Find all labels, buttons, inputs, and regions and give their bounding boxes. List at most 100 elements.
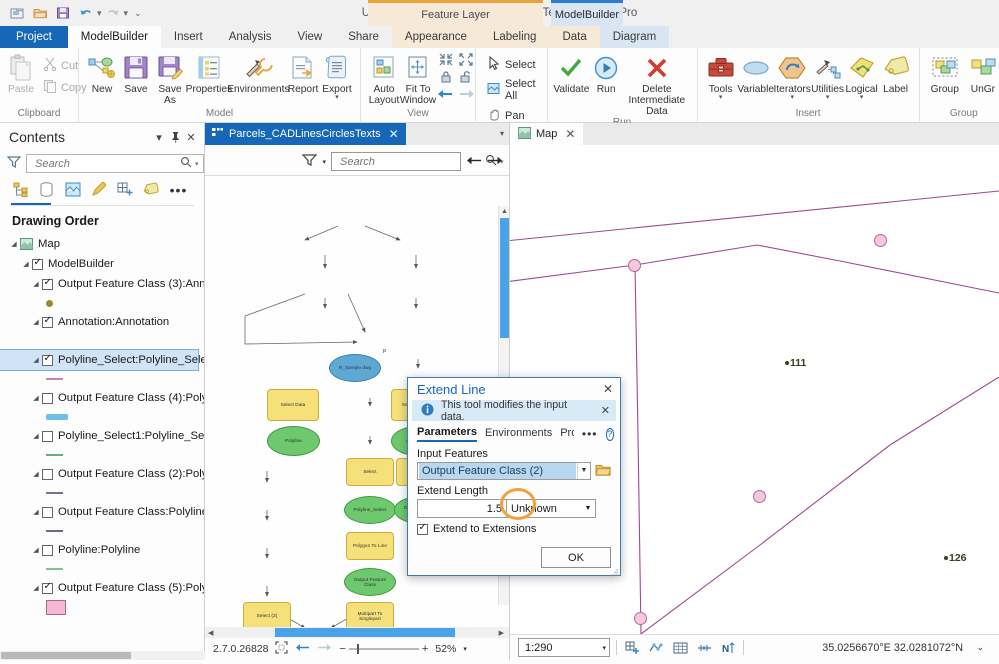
toc-item-output-feature-class[interactable]: ◢ Output Feature Class:Polyline_Select (0, 502, 204, 522)
scale-caret-icon[interactable]: ▾ (602, 644, 606, 652)
expander-icon[interactable]: ◢ (20, 260, 32, 268)
selection-tool-icon[interactable] (647, 639, 665, 656)
zoom-out-icon[interactable]: − (339, 643, 345, 655)
save-project-icon[interactable] (53, 3, 73, 23)
forward-arrow-icon[interactable] (459, 88, 475, 103)
chevron-down-icon[interactable]: ▼ (581, 505, 595, 512)
model-node-select-data[interactable]: Select Data (267, 389, 319, 421)
export-caret-icon[interactable]: ▾ (335, 95, 339, 101)
visibility-checkbox[interactable] (42, 583, 53, 594)
properties-button[interactable]: Properties (187, 51, 231, 95)
model-search-box[interactable]: ▾ (331, 152, 461, 171)
visibility-checkbox[interactable] (42, 317, 53, 328)
contextual-tab-feature-layer[interactable]: Feature Layer (368, 0, 543, 26)
expander-icon[interactable]: ◢ (30, 318, 42, 326)
contents-search-box[interactable]: ▾ (26, 154, 204, 173)
scroll-up-icon[interactable]: ▲ (501, 208, 508, 215)
collapse-icon[interactable] (439, 53, 453, 69)
north-arrow-icon[interactable]: N (719, 639, 737, 656)
tab-analysis[interactable]: Analysis (216, 26, 285, 48)
undo-caret-icon[interactable]: ▾ (97, 8, 102, 19)
toc-item-modelbuilder[interactable]: ◢ ModelBuilder (0, 254, 204, 274)
save-as-button[interactable]: Save As (153, 51, 187, 106)
map-scale-box[interactable]: 1:290 ▾ (518, 638, 610, 657)
visibility-checkbox[interactable] (42, 469, 53, 480)
scroll-left-icon[interactable]: ◀ (205, 629, 216, 637)
select-all-button[interactable]: Select All (482, 76, 541, 104)
toc-item-annotation[interactable]: ◢ Annotation:Annotation (0, 312, 204, 332)
iterators-caret-icon[interactable]: ▾ (790, 95, 794, 101)
delete-intermediate-data-button[interactable]: Delete Intermediate Data (623, 51, 690, 117)
filter-icon[interactable] (7, 155, 21, 172)
fit-to-window-button[interactable]: Fit To Window (401, 51, 435, 106)
model-node-polyline[interactable]: Polyline (267, 426, 320, 456)
panel-menu-icon[interactable]: ▾ (151, 129, 167, 145)
tab-view[interactable]: View (285, 26, 336, 48)
customize-qat-icon[interactable]: ⌄ (134, 8, 142, 19)
help-icon[interactable]: ? (606, 428, 614, 441)
tab-properties[interactable]: Prop (560, 427, 574, 441)
extend-length-input[interactable]: 1.5 (417, 499, 507, 518)
model-node-input[interactable]: R_Sample.dwg (329, 354, 381, 382)
tab-modelbuilder[interactable]: ModelBuilder (68, 26, 161, 48)
measure-icon[interactable] (695, 639, 713, 656)
pin-icon[interactable] (167, 129, 183, 145)
search-caret-icon[interactable]: ▾ (195, 160, 199, 168)
filter-caret-icon[interactable]: ▾ (322, 158, 326, 166)
resize-grip-icon[interactable] (611, 567, 618, 574)
contextual-tab-modelbuilder[interactable]: ModelBuilder (551, 0, 623, 26)
list-by-editing-icon[interactable] (90, 181, 107, 198)
forward-arrow-icon[interactable] (317, 642, 332, 656)
more-options-icon[interactable]: ••• (170, 181, 187, 198)
map-vertex[interactable] (874, 234, 887, 247)
tab-insert[interactable]: Insert (161, 26, 216, 48)
expander-icon[interactable]: ◢ (30, 470, 42, 478)
variable-button[interactable]: Variable (738, 51, 774, 95)
tab-map[interactable]: Map ✕ (510, 123, 583, 145)
list-by-drawing-order-icon[interactable] (12, 181, 29, 198)
toc-item-polyline-select1[interactable]: ◢ Polyline_Select1:Polyline_Select1 (0, 426, 204, 446)
extend-to-extensions-row[interactable]: Extend to Extensions (417, 523, 611, 535)
tab-data[interactable]: Data (549, 26, 599, 48)
new-project-icon[interactable] (7, 3, 27, 23)
zoom-knob[interactable] (357, 644, 359, 654)
environments-button[interactable]: Environments (231, 51, 286, 95)
model-search-input[interactable] (338, 155, 485, 169)
close-icon[interactable]: ✕ (600, 381, 616, 397)
tab-overflow-caret-icon[interactable]: ▾ (500, 129, 504, 138)
expander-icon[interactable]: ◢ (30, 584, 42, 592)
unlock-icon[interactable] (459, 70, 473, 86)
redo-icon[interactable] (103, 3, 123, 23)
model-node-polygon-to-line[interactable]: Polygon To Line (346, 532, 394, 560)
tab-project[interactable]: Project (0, 26, 68, 48)
utilities-button[interactable]: Utilities ▾ (811, 51, 845, 101)
back-arrow-icon[interactable] (295, 642, 310, 656)
logical-button[interactable]: Logical ▾ (845, 51, 879, 101)
list-by-snapping-icon[interactable] (116, 181, 133, 198)
scrollbar-thumb[interactable] (1, 652, 131, 659)
zoom-caret-icon[interactable]: ▾ (463, 645, 467, 653)
toc-item-output-feature-class-2[interactable]: ◢ Output Feature Class (2):Polyline_Sel (0, 464, 204, 484)
zoom-in-icon[interactable]: + (422, 643, 428, 655)
zoom-track[interactable] (349, 648, 419, 650)
list-by-selection-icon[interactable] (64, 181, 81, 198)
visibility-checkbox[interactable] (42, 393, 53, 404)
back-arrow-icon[interactable] (437, 88, 453, 103)
visibility-checkbox[interactable] (42, 431, 53, 442)
ungroup-button[interactable]: UnGr (964, 51, 999, 95)
filter-icon[interactable] (302, 153, 317, 170)
dismiss-info-icon[interactable]: ✕ (599, 404, 612, 417)
map-vertex[interactable] (628, 259, 641, 272)
export-button[interactable]: Export ▾ (320, 51, 354, 101)
ok-button[interactable]: OK (541, 547, 611, 568)
list-by-data-source-icon[interactable] (38, 181, 55, 198)
redo-caret-icon[interactable]: ▾ (124, 8, 129, 19)
expander-icon[interactable]: ◢ (30, 508, 42, 516)
close-icon[interactable]: ✕ (389, 127, 399, 141)
tab-parcels-model[interactable]: Parcels_CADLinesCirclesTexts ✕ (205, 123, 406, 145)
label-button[interactable]: Label (879, 51, 913, 95)
report-button[interactable]: Report (286, 51, 320, 95)
map-vertex[interactable] (753, 490, 766, 503)
back-arrow-icon[interactable] (466, 154, 482, 170)
tab-labeling[interactable]: Labeling (480, 26, 549, 48)
